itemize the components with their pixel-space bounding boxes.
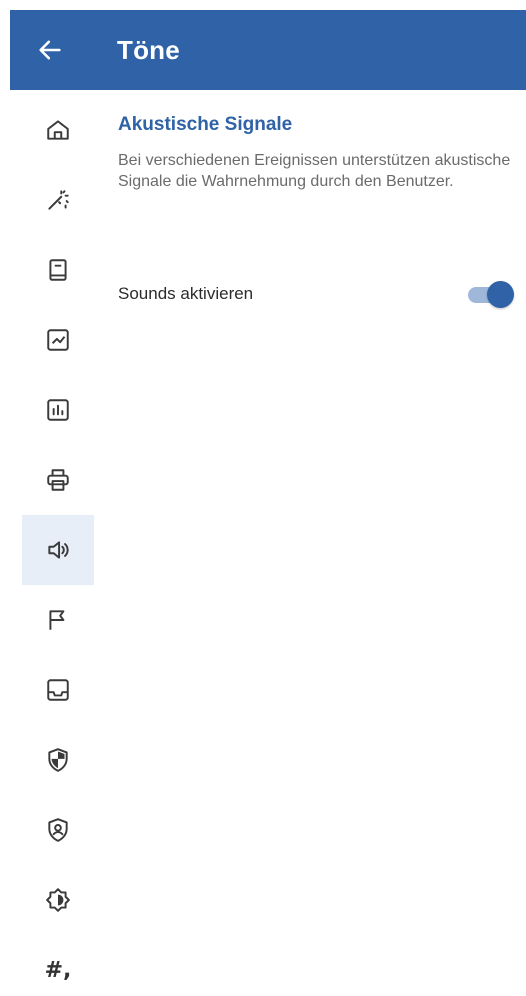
navigation-rail: #, [22,95,94,996]
rail-item-flag[interactable] [22,585,94,655]
rail-item-sound[interactable] [22,515,94,585]
settings-screen: Töne #, Akustische Signale Bei verschied… [0,0,526,996]
rail-item-home[interactable] [22,95,94,165]
rail-item-magic[interactable] [22,165,94,235]
rail-item-chart-line[interactable] [22,305,94,375]
shield-icon [48,748,68,772]
sounds-toggle[interactable] [466,279,516,309]
back-button[interactable] [10,10,90,90]
page-title: Töne [117,34,180,65]
chart-bar-icon [47,399,69,421]
section-title: Akustische Signale [118,114,293,135]
brightness-icon [46,888,70,912]
magic-wand-icon [48,190,69,210]
home-icon [47,120,69,140]
flag-icon [49,610,65,630]
toggle-thumb [487,281,514,308]
sounds-setting-row: Sounds aktivieren [118,276,516,312]
sounds-toggle-label: Sounds aktivieren [118,284,254,303]
rail-item-brightness[interactable] [22,865,94,935]
arrow-left-icon [39,40,61,60]
rail-item-inbox[interactable] [22,655,94,725]
rail-item-chart-bar[interactable] [22,375,94,445]
app-bar: Töne [10,10,526,90]
user-shield-icon [48,818,68,842]
section-description: Bei verschiedenen Ereignissen unterstütz… [118,152,511,190]
speaker-icon [48,541,69,559]
inbox-icon [47,679,69,701]
hash-icon: #, [44,957,72,983]
rail-item-security[interactable] [22,725,94,795]
sound-settings-section: Akustische Signale Bei verschiedenen Ere… [118,114,518,192]
printer-icon [47,469,69,491]
rail-item-print[interactable] [22,445,94,515]
chart-line-icon [47,329,69,351]
rail-item-number-format[interactable]: #, [22,935,94,996]
rail-item-account[interactable] [22,795,94,865]
rail-item-book[interactable] [22,235,94,305]
book-icon [49,259,67,281]
